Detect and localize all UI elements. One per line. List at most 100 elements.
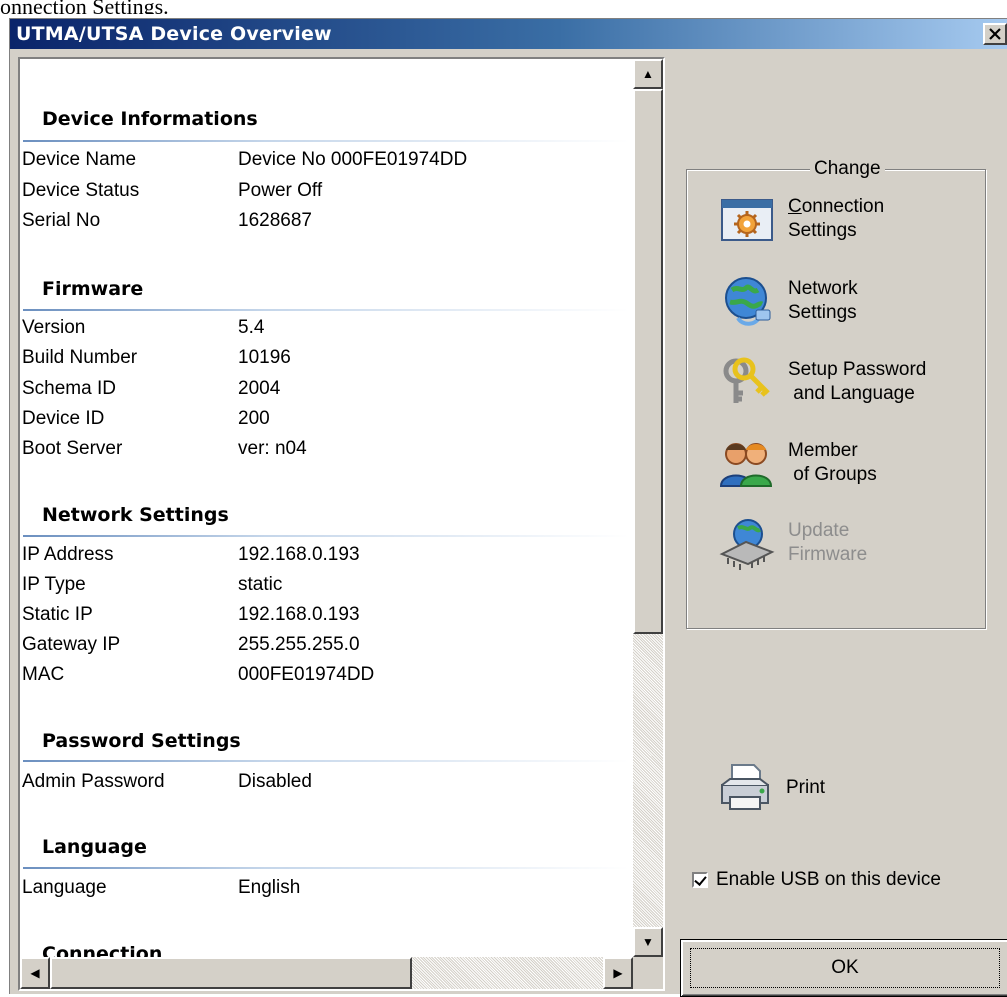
info-value: 2004 <box>238 378 281 399</box>
info-value: 192.168.0.193 <box>238 604 360 625</box>
info-label: Device Name <box>22 149 137 170</box>
info-row: MAC 000FE01974DD <box>22 664 622 692</box>
users-icon <box>719 443 773 487</box>
update-firmware-button[interactable]: Update Firmware <box>718 507 978 579</box>
info-value: English <box>238 877 301 898</box>
info-row: Build Number 10196 <box>22 347 622 375</box>
network-settings-button[interactable]: Network Settings <box>718 265 978 337</box>
arrow-down-icon: ▼ <box>642 935 654 949</box>
label-line: Settings <box>788 220 857 241</box>
keys-icon <box>723 357 770 403</box>
info-row: IP Address 192.168.0.193 <box>22 544 622 572</box>
setup-password-language-button[interactable]: Setup Password and Language <box>718 346 978 418</box>
info-value: Device No 000FE01974DD <box>238 149 468 170</box>
title-bar[interactable]: UTMA/UTSA Device Overview <box>10 19 1007 49</box>
info-label: Admin Password <box>22 771 165 792</box>
scroll-thumb[interactable] <box>633 89 663 634</box>
info-value: 10196 <box>238 347 291 368</box>
section-divider <box>23 535 629 537</box>
info-label: IP Type <box>22 574 86 595</box>
info-label: Device ID <box>22 408 105 429</box>
info-value: 200 <box>238 408 270 429</box>
change-group-title: Change <box>810 158 885 180</box>
info-label: IP Address <box>22 544 114 565</box>
enable-usb-checkbox-row[interactable]: Enable USB on this device <box>692 868 941 892</box>
info-label: Serial No <box>22 210 101 231</box>
scroll-down-button[interactable]: ▼ <box>633 927 663 957</box>
ok-button[interactable]: OK <box>680 939 1007 997</box>
label-line: Setup Password <box>788 359 927 380</box>
enable-usb-label: Enable USB on this device <box>716 869 941 890</box>
update-firmware-label: Update Firmware <box>788 519 867 567</box>
device-overview-dialog: UTMA/UTSA Device Overview Device Informa… <box>9 18 1007 997</box>
info-value: ver: n04 <box>238 438 307 459</box>
setup-password-label: Setup Password and Language <box>788 358 926 406</box>
info-value: 192.168.0.193 <box>238 544 360 565</box>
section-title-device: Device Informations <box>42 108 258 130</box>
connection-settings-label: Connection Settings <box>788 195 884 243</box>
info-value: 255.255.255.0 <box>238 634 360 655</box>
vertical-scrollbar[interactable]: ▲ ▼ <box>633 59 663 957</box>
section-divider <box>23 867 629 869</box>
section-divider <box>23 309 629 311</box>
info-row: Device ID 200 <box>22 408 622 436</box>
focus-rectangle <box>690 948 1000 988</box>
label-line: Network <box>788 278 858 299</box>
label-line: Settings <box>788 302 857 323</box>
info-label: Version <box>22 317 86 338</box>
device-info-content: Device Informations Device Name Device No… <box>20 59 633 957</box>
horizontal-scrollbar[interactable]: ◀ ▶ <box>20 957 633 989</box>
scroll-up-button[interactable]: ▲ <box>633 59 663 89</box>
close-button[interactable] <box>983 23 1007 45</box>
info-row: Version 5.4 <box>22 317 622 345</box>
info-label: MAC <box>22 664 65 685</box>
label-line: Update <box>788 520 850 541</box>
arrow-left-icon: ◀ <box>30 966 40 980</box>
connection-settings-button[interactable]: Connection Settings <box>718 183 978 255</box>
section-divider <box>23 760 629 762</box>
network-settings-label: Network Settings <box>788 277 858 325</box>
section-title-language: Language <box>42 836 147 858</box>
label-line: Firmware <box>788 544 868 565</box>
print-label: Print <box>786 777 826 798</box>
info-row: Schema ID 2004 <box>22 378 622 406</box>
label-line: onnection <box>801 196 885 217</box>
window-title: UTMA/UTSA Device Overview <box>16 23 332 45</box>
print-button[interactable]: Print <box>718 755 918 821</box>
info-row: Gateway IP 255.255.255.0 <box>22 634 622 662</box>
printer-icon <box>721 764 769 810</box>
arrow-right-icon: ▶ <box>613 966 623 980</box>
member-of-groups-button[interactable]: Member of Groups <box>718 427 978 499</box>
label-line: Member <box>788 440 858 461</box>
member-of-groups-label: Member of Groups <box>788 439 877 487</box>
info-row: IP Type static <box>22 574 622 602</box>
section-title-password: Password Settings <box>42 730 241 752</box>
info-value: Power Off <box>238 180 323 201</box>
info-value: 1628687 <box>238 210 312 231</box>
info-row: Static IP 192.168.0.193 <box>22 604 622 632</box>
scroll-right-button[interactable]: ▶ <box>603 957 633 989</box>
info-row: Device Status Power Off <box>22 180 622 208</box>
scroll-left-button[interactable]: ◀ <box>20 957 50 989</box>
chip-globe-icon <box>719 519 775 570</box>
arrow-up-icon: ▲ <box>642 67 654 81</box>
enable-usb-checkbox[interactable] <box>692 872 708 888</box>
device-info-pane: Device Informations Device Name Device No… <box>18 57 665 991</box>
info-value: static <box>238 574 283 595</box>
info-label: Boot Server <box>22 438 123 459</box>
scroll-corner <box>633 957 663 989</box>
info-label: Static IP <box>22 604 93 625</box>
info-value: 5.4 <box>238 317 265 338</box>
info-label: Schema ID <box>22 378 116 399</box>
label-line: of Groups <box>793 464 877 485</box>
section-title-connection: Connection <box>42 943 163 957</box>
section-divider <box>23 140 629 142</box>
info-row: Serial No 1628687 <box>22 210 622 238</box>
info-label: Gateway IP <box>22 634 121 655</box>
scroll-thumb[interactable] <box>50 957 412 989</box>
info-row: Boot Server ver: n04 <box>22 438 622 466</box>
checkmark-icon <box>694 873 707 886</box>
info-label: Build Number <box>22 347 138 368</box>
info-label: Language <box>22 877 107 898</box>
info-row: Device Name Device No 000FE01974DD <box>22 149 622 177</box>
